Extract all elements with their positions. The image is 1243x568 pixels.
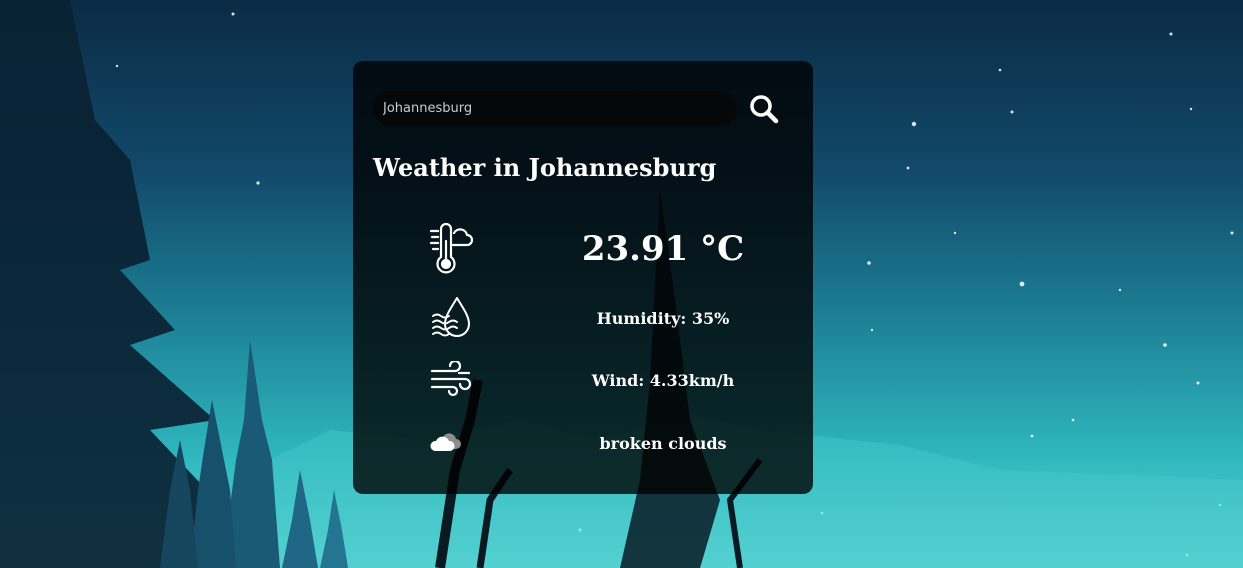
weather-title: Weather in Johannesburg	[373, 153, 717, 182]
city-search-input[interactable]	[373, 91, 737, 126]
description-value: broken clouds	[599, 434, 727, 453]
wind-icon	[430, 361, 472, 397]
weather-card: Weather in Johannesburg 23.91 °C Humidit…	[353, 61, 813, 494]
search-button[interactable]	[747, 92, 781, 126]
humidity-value: Humidity: 35%	[596, 309, 730, 328]
wind-value: Wind: 4.33km/h	[591, 371, 735, 390]
description-row: broken clouds	[353, 427, 813, 459]
water-drop-icon	[432, 297, 470, 337]
thermometer-cloud-icon	[429, 222, 473, 274]
search-bar	[373, 91, 793, 127]
temperature-value: 23.91 °C	[581, 229, 745, 269]
wind-row: Wind: 4.33km/h	[353, 361, 813, 401]
broken-clouds-icon	[430, 433, 461, 451]
temperature-row: 23.91 °C	[353, 221, 813, 275]
humidity-row: Humidity: 35%	[353, 294, 813, 342]
search-icon	[750, 95, 779, 124]
